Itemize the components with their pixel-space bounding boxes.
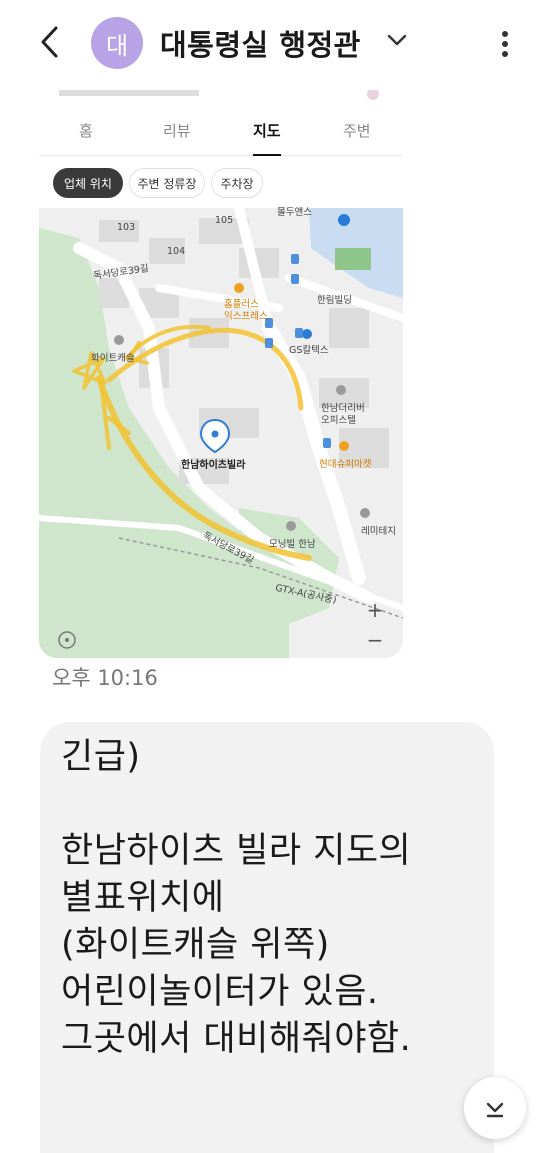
- map-label: 103: [117, 222, 136, 233]
- tab-home[interactable]: 홈: [79, 120, 93, 141]
- map-label: 레미테지: [361, 526, 396, 537]
- chip-nearby-stops[interactable]: 주변 정류장: [129, 168, 205, 198]
- tab-underline: [253, 154, 281, 156]
- tab-review[interactable]: 리뷰: [163, 120, 191, 141]
- zoom-in-button[interactable]: +: [363, 598, 387, 622]
- map-label: 모닝빌 한남: [269, 539, 316, 550]
- map-label: 현대슈퍼마켓: [319, 459, 372, 470]
- chip-business-location[interactable]: 업체 위치: [53, 168, 123, 198]
- message-line: (화이트캐슬 위쪽): [61, 925, 330, 965]
- chevron-down-icon: [486, 1102, 504, 1118]
- message-timestamp: 오후 10:16: [52, 666, 158, 690]
- message-line: 한남하이츠 빌라 지도의: [61, 831, 412, 871]
- map-label: GS칼텍스: [289, 345, 329, 356]
- chip-parking[interactable]: 주차장: [211, 168, 263, 198]
- message-line: 그곳에서 대비해줘야함.: [61, 1019, 412, 1059]
- chat-header: 대 대통령실 행정관: [0, 0, 560, 88]
- message-line: 별표위치에: [61, 878, 225, 918]
- tab-nearby[interactable]: 주변: [343, 120, 371, 141]
- contact-name[interactable]: 대통령실 행정관: [160, 22, 361, 64]
- map-tabs: 홈 리뷰 지도 주변: [39, 116, 403, 156]
- zoom-out-button[interactable]: −: [363, 628, 387, 652]
- back-icon[interactable]: [30, 20, 70, 64]
- map-label: 105: [215, 215, 234, 226]
- map-label: 한남하이츠빌라: [181, 460, 246, 471]
- chevron-down-icon[interactable]: [386, 32, 408, 52]
- map-view[interactable]: 103 104 105 몰두앤스 독서당로39길 홈플러스 익스프레스 한림빌딩…: [39, 207, 403, 658]
- scroll-to-bottom-button[interactable]: [464, 1077, 526, 1139]
- map-label: 몰두앤스: [277, 207, 312, 218]
- cropped-top-bar: [39, 90, 403, 106]
- map-label: 104: [167, 246, 186, 257]
- map-label: 한림빌딩: [317, 295, 352, 306]
- map-label: 화이트캐슬: [91, 353, 135, 364]
- message-line: 어린이놀이터가 있음.: [61, 972, 379, 1012]
- map-label: 오피스텔: [321, 415, 356, 426]
- avatar[interactable]: 대: [91, 17, 143, 69]
- map-image-attachment[interactable]: 홈 리뷰 지도 주변 업체 위치 주변 정류장 주차장 103 104 105 …: [39, 90, 403, 658]
- map-label: 익스프레스: [224, 311, 268, 322]
- message-bubble[interactable]: 긴급) 한남하이츠 빌라 지도의 별표위치에 (화이트캐슬 위쪽) 어린이놀이터…: [40, 722, 494, 1153]
- more-options-icon[interactable]: [490, 24, 520, 64]
- tab-map[interactable]: 지도: [253, 120, 281, 141]
- message-line: 긴급): [61, 737, 141, 777]
